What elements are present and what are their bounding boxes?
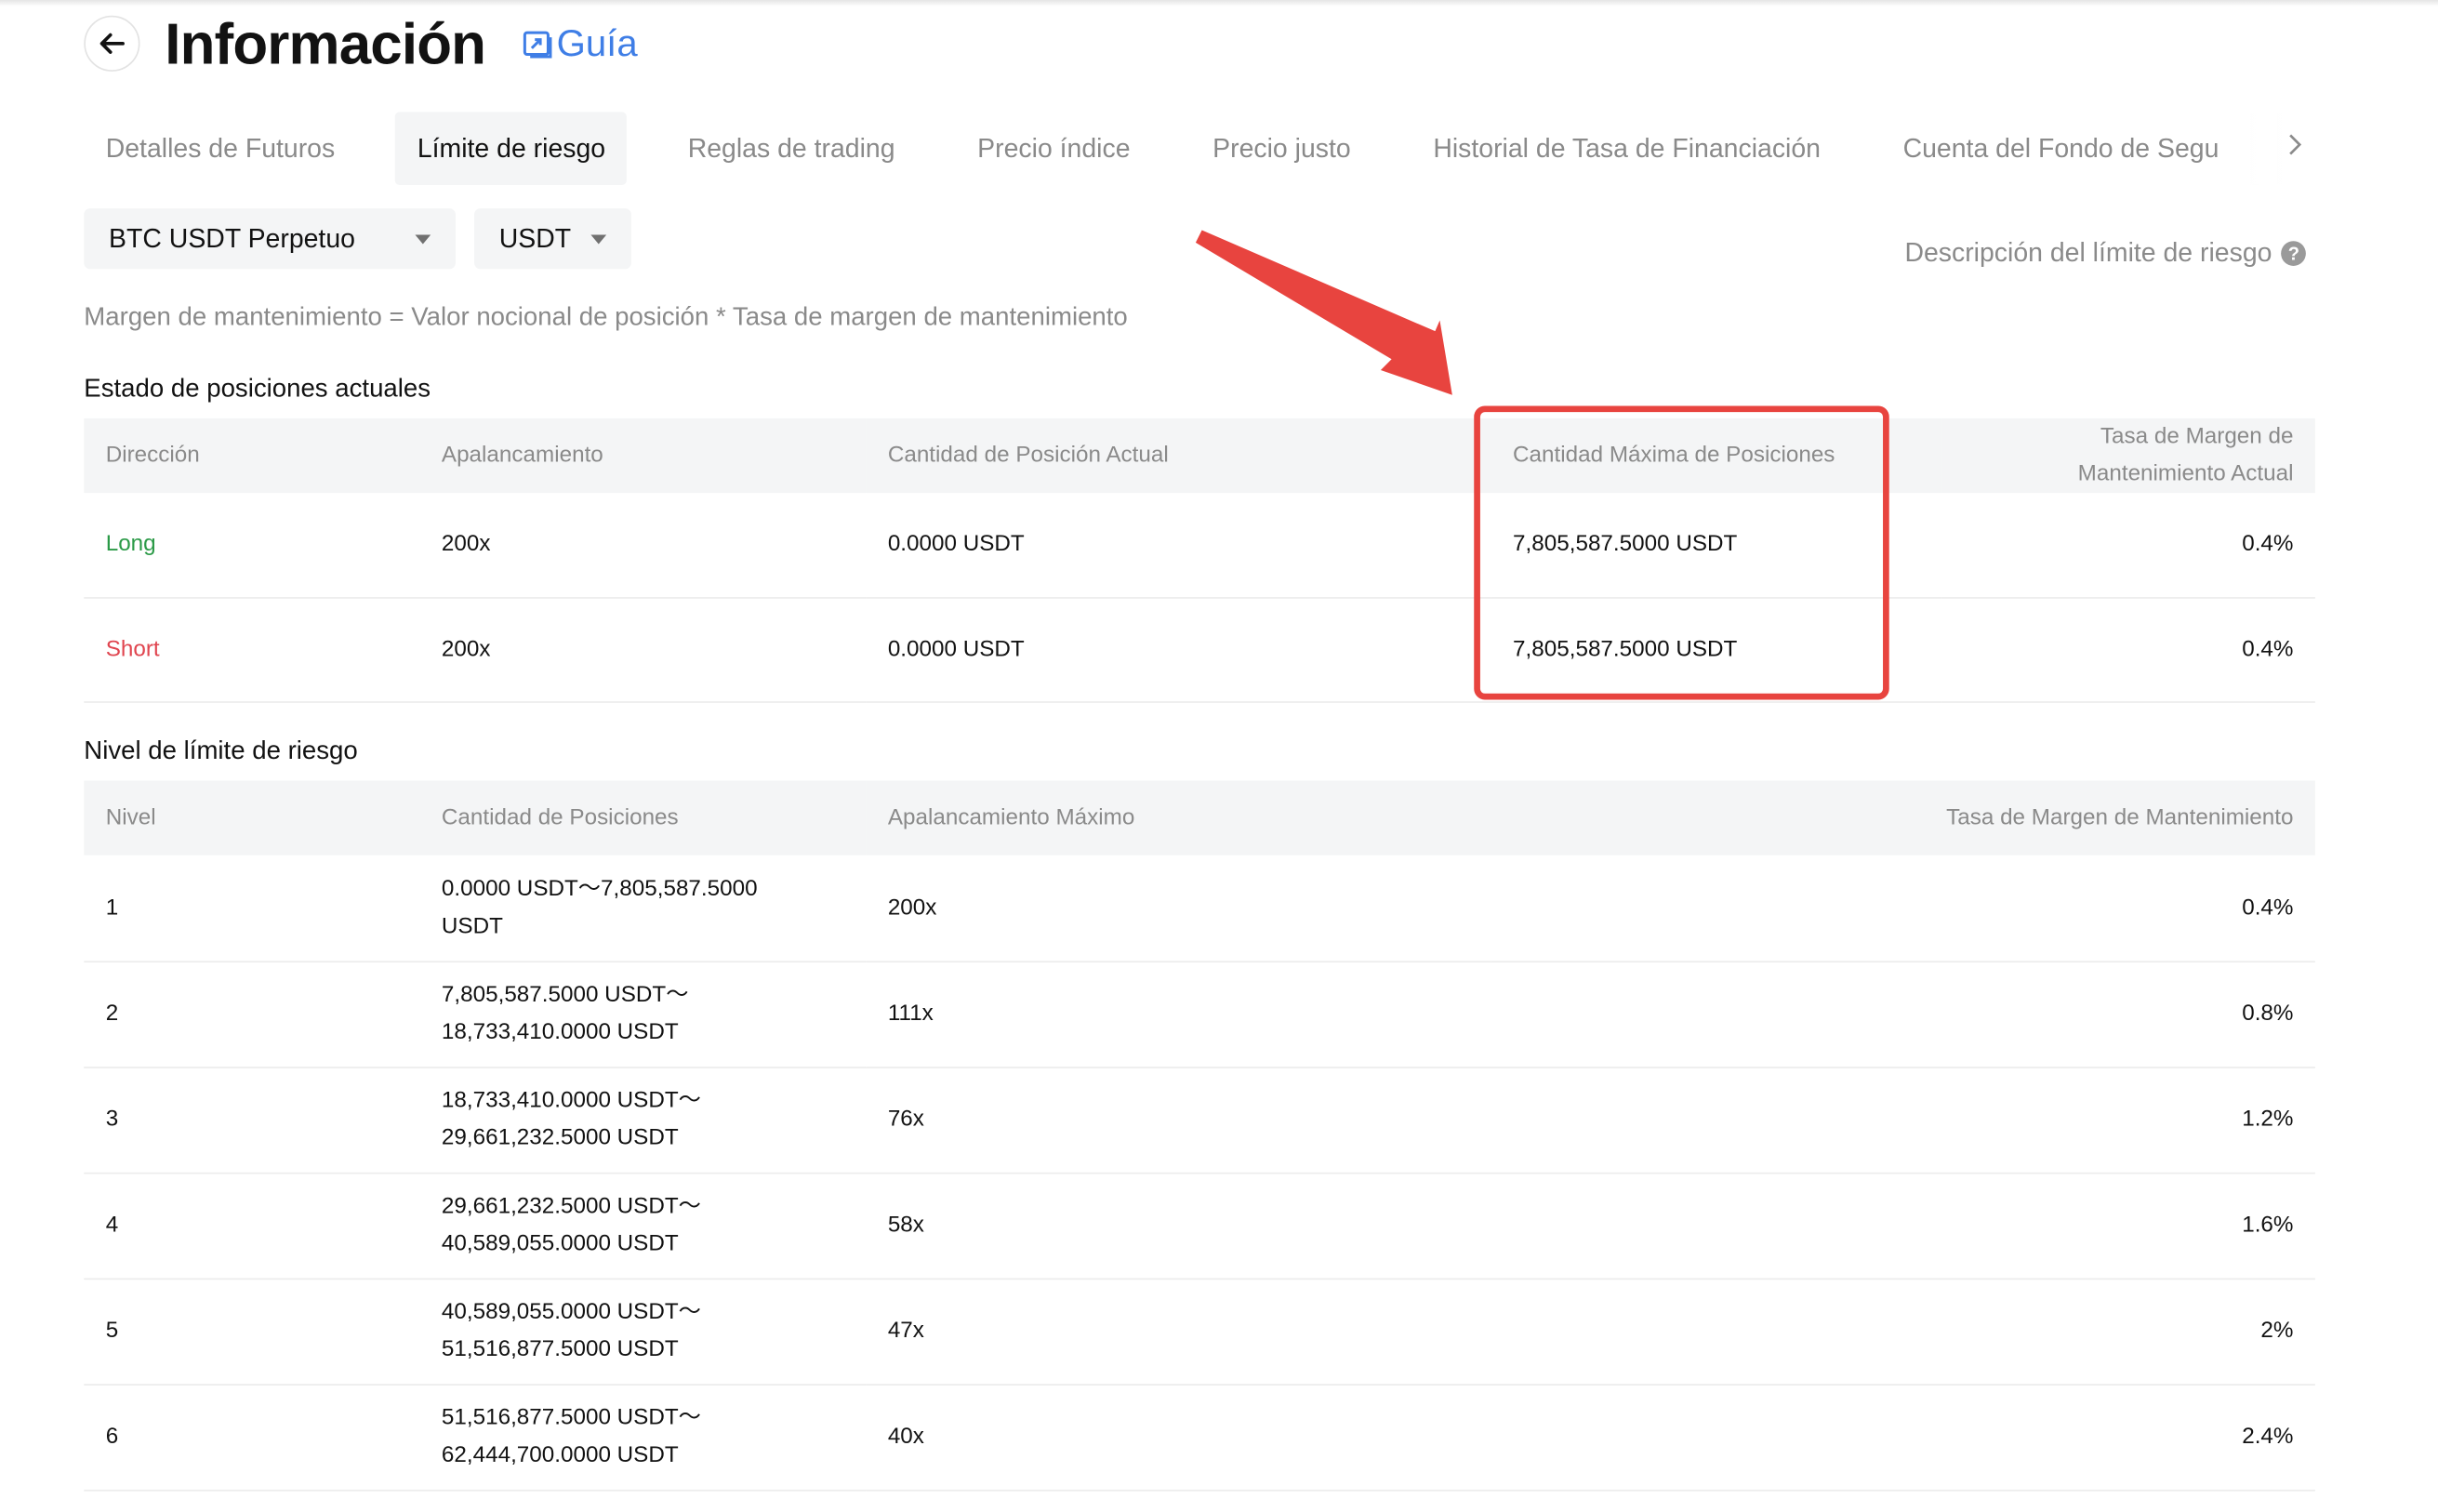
table-row: 2 7,805,587.5000 USDT～ 18,733,410.0000 USD… xyxy=(84,961,2315,1068)
tab-fair-price[interactable]: Precio justo xyxy=(1191,112,1372,185)
position-range-to: 29,661,232.5000 USDT xyxy=(441,1125,679,1151)
table-header-row: Nivel Cantidad de Posiciones Apalancamie… xyxy=(84,780,2315,855)
column-header-maintenance-rate-line2: Mantenimiento Actual xyxy=(2077,461,2294,487)
level-cell: 6 xyxy=(84,1384,420,1491)
level-cell: 5 xyxy=(84,1278,420,1386)
maintenance-rate-cell: 2.4% xyxy=(1491,1384,2315,1491)
currency-select-value: USDT xyxy=(498,222,572,253)
tab-risk-limit[interactable]: Límite de riesgo xyxy=(395,112,628,185)
table-row: Short 200x 0.0000 USDT 7,805,587.5000 US… xyxy=(84,597,2315,702)
guide-label: Guía xyxy=(556,23,638,66)
back-button[interactable] xyxy=(84,15,140,72)
currency-select[interactable]: USDT xyxy=(474,208,631,270)
max-leverage-cell: 200x xyxy=(866,855,1491,962)
maintenance-rate-cell: 0.4% xyxy=(1491,855,2315,962)
position-range-cell: 7,805,587.5000 USDT～ 18,733,410.0000 USDT xyxy=(419,961,867,1068)
column-header-current-position: Cantidad de Posición Actual xyxy=(866,418,1491,494)
maintenance-rate-cell: 0.4% xyxy=(1941,493,2315,598)
level-cell: 4 xyxy=(84,1172,420,1280)
table-header-row: Dirección Apalancamiento Cantidad de Pos… xyxy=(84,418,2315,494)
table-row: 4 29,661,232.5000 USDT～ 40,589,055.0000 US… xyxy=(84,1172,2315,1280)
position-range-from: 29,661,232.5000 USDT～ xyxy=(441,1194,701,1220)
max-leverage-cell: 111x xyxy=(866,961,1491,1068)
tab-futures-details[interactable]: Detalles de Futuros xyxy=(84,112,356,185)
annotation-arrow-icon xyxy=(1195,230,1452,395)
position-range-from: 40,589,055.0000 USDT～ xyxy=(441,1299,701,1325)
column-header-maintenance-rate-line1: Tasa de Margen de xyxy=(2100,424,2294,450)
level-cell: 3 xyxy=(84,1067,420,1174)
position-range-to: USDT xyxy=(441,913,503,939)
column-header-maintenance-rate: Tasa de Margen de Mantenimiento xyxy=(1491,780,2315,855)
max-leverage-cell: 76x xyxy=(866,1067,1491,1174)
risk-levels-title: Nivel de límite de riesgo xyxy=(84,736,358,765)
position-range-from: 0.0000 USDT～7,805,587.5000 xyxy=(441,876,758,902)
max-positions-highlight-box xyxy=(1474,405,1889,700)
position-range-to: 51,516,877.5000 USDT xyxy=(441,1337,679,1362)
position-range-cell: 0.0000 USDT～7,805,587.5000 USDT xyxy=(419,855,867,962)
info-tabs: Detalles de Futuros Límite de riesgo Reg… xyxy=(84,112,2241,185)
table-row: 3 18,733,410.0000 USDT～ 29,661,232.5000 US… xyxy=(84,1067,2315,1174)
risk-levels-table: Nivel Cantidad de Posiciones Apalancamie… xyxy=(84,780,2315,1491)
contract-select-value: BTC USDT Perpetuo xyxy=(109,222,355,253)
current-position-cell: 0.0000 USDT xyxy=(866,493,1491,598)
table-row: Long 200x 0.0000 USDT 7,805,587.5000 USD… xyxy=(84,493,2315,598)
caret-down-icon xyxy=(415,233,431,244)
column-header-direction: Dirección xyxy=(84,418,420,494)
tab-funding-history[interactable]: Historial de Tasa de Financiación xyxy=(1411,112,1842,185)
table-row: 5 40,589,055.0000 USDT～ 51,516,877.5000 US… xyxy=(84,1278,2315,1386)
level-cell: 2 xyxy=(84,961,420,1068)
tab-trading-rules[interactable]: Reglas de trading xyxy=(666,112,917,185)
risk-limit-description-link[interactable]: Descripción del límite de riesgo ? xyxy=(1904,237,2307,269)
column-header-level: Nivel xyxy=(84,780,420,855)
max-leverage-cell: 47x xyxy=(866,1278,1491,1386)
current-positions-table: Dirección Apalancamiento Cantidad de Pos… xyxy=(84,418,2315,702)
table-row: 1 0.0000 USDT～7,805,587.5000 USDT 200x 0.4% xyxy=(84,855,2315,962)
tabs-next-button[interactable] xyxy=(2286,130,2304,166)
leverage-cell: 200x xyxy=(419,493,867,598)
help-icon: ? xyxy=(2281,241,2307,266)
maintenance-rate-cell: 1.6% xyxy=(1491,1172,2315,1280)
position-range-cell: 51,516,877.5000 USDT～ 62,444,700.0000 USD… xyxy=(419,1384,867,1491)
guide-icon xyxy=(523,31,552,59)
table-row: 6 51,516,877.5000 USDT～ 62,444,700.0000 US… xyxy=(84,1384,2315,1491)
column-header-max-leverage: Apalancamiento Máximo xyxy=(866,780,1491,855)
position-range-cell: 40,589,055.0000 USDT～ 51,516,877.5000 USD… xyxy=(419,1278,867,1386)
contract-select[interactable]: BTC USDT Perpetuo xyxy=(84,208,456,270)
position-range-from: 7,805,587.5000 USDT～ xyxy=(441,982,689,1008)
chevron-right-icon xyxy=(2289,134,2302,155)
tab-insurance-fund[interactable]: Cuenta del Fondo de Segu xyxy=(1881,112,2241,185)
column-header-maintenance-rate: Tasa de Margen de Mantenimiento Actual xyxy=(1941,418,2315,494)
guide-link[interactable]: Guía xyxy=(523,23,638,67)
tab-index-price[interactable]: Precio índice xyxy=(956,112,1152,185)
leverage-cell: 200x xyxy=(419,597,867,702)
column-header-position-amount: Cantidad de Posiciones xyxy=(419,780,867,855)
direction-short: Short xyxy=(84,597,420,702)
maintenance-margin-formula: Margen de mantenimiento = Valor nocional… xyxy=(84,303,1128,332)
top-shadow xyxy=(0,0,2438,7)
current-positions-title: Estado de posiciones actuales xyxy=(84,375,431,404)
column-header-leverage: Apalancamiento xyxy=(419,418,867,494)
position-range-cell: 18,733,410.0000 USDT～ 29,661,232.5000 USD… xyxy=(419,1067,867,1174)
position-range-from: 18,733,410.0000 USDT～ xyxy=(441,1088,701,1114)
page-title: Información xyxy=(165,12,486,76)
maintenance-rate-cell: 1.2% xyxy=(1491,1067,2315,1174)
maintenance-rate-cell: 0.8% xyxy=(1491,961,2315,1068)
level-cell: 1 xyxy=(84,855,420,962)
caret-down-icon xyxy=(590,233,607,244)
max-leverage-cell: 40x xyxy=(866,1384,1491,1491)
position-range-cell: 29,661,232.5000 USDT～ 40,589,055.0000 USD… xyxy=(419,1172,867,1280)
max-leverage-cell: 58x xyxy=(866,1172,1491,1280)
position-range-to: 18,733,410.0000 USDT xyxy=(441,1019,679,1045)
risk-limit-page: Información Guía Detalles de Futuros Lím… xyxy=(0,0,2438,1511)
direction-long: Long xyxy=(84,493,420,598)
current-position-cell: 0.0000 USDT xyxy=(866,597,1491,702)
position-range-from: 51,516,877.5000 USDT～ xyxy=(441,1405,701,1431)
maintenance-rate-cell: 0.4% xyxy=(1941,597,2315,702)
position-range-to: 40,589,055.0000 USDT xyxy=(441,1231,679,1257)
maintenance-rate-cell: 2% xyxy=(1491,1278,2315,1386)
arrow-left-icon xyxy=(99,33,125,54)
position-range-to: 62,444,700.0000 USDT xyxy=(441,1442,679,1468)
risk-limit-description-label: Descripción del límite de riesgo xyxy=(1904,237,2272,268)
